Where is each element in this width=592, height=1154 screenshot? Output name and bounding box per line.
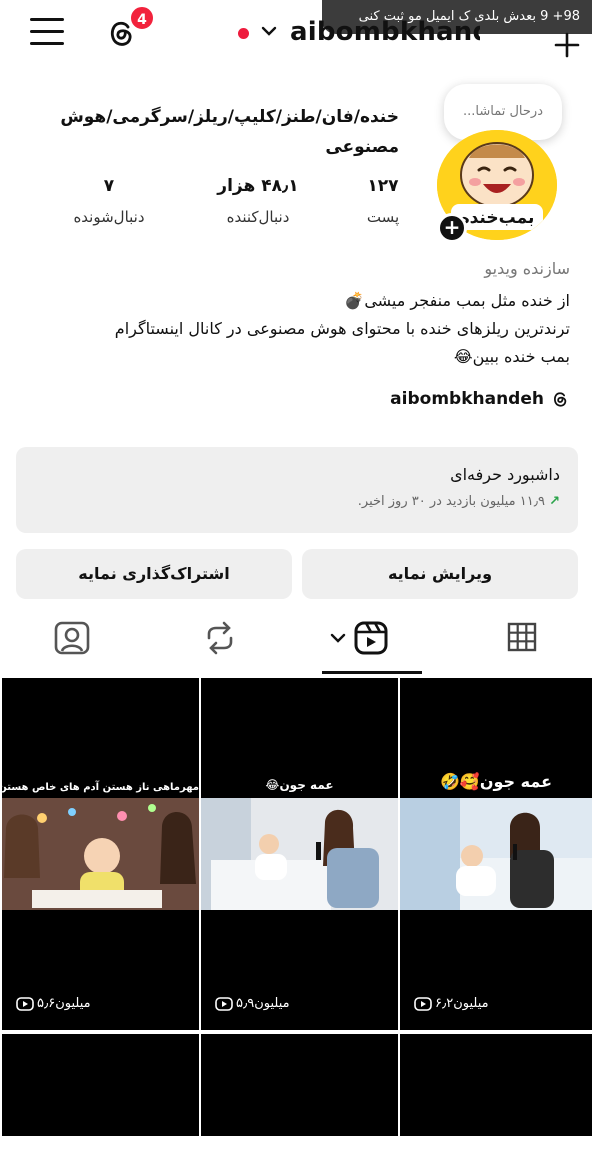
edit-profile-button[interactable]: ویرایش نمایه	[302, 549, 578, 599]
live-dot-icon	[238, 28, 249, 39]
reel-thumbnail[interactable]	[201, 1034, 398, 1136]
view-count-text: ۵٫۶میلیون	[37, 996, 91, 1011]
play-icon	[215, 996, 233, 1011]
threads-profile-link[interactable]: aibombkhandeh	[390, 389, 570, 409]
chevron-down-icon[interactable]	[261, 23, 277, 39]
profile-category: سازنده ویدیو	[484, 259, 570, 278]
reel-image	[2, 798, 199, 910]
view-count: ۵٫۶میلیون	[16, 996, 91, 1011]
reel-thumbnail[interactable]: مهرماهی ناز هستن آدم های خاص هستن ۵٫۶میل…	[2, 678, 199, 1030]
dashboard-subtitle: ↗ ۱۱٫۹ میلیون بازدید در ۳۰ روز اخیر.	[34, 494, 560, 509]
profile-name: خنده/فان/طنز/کلیپ/ریلز/سرگرمی/هوش مصنوعی	[60, 107, 399, 157]
reels-grid: عمه جون🥰🤣 ۶٫۲میلیون عمه جون😂 ۵٫۹میلیون م…	[0, 678, 592, 1136]
view-count: ۶٫۲میلیون	[414, 996, 489, 1011]
view-count-text: ۶٫۲میلیون	[435, 996, 489, 1011]
view-count: ۵٫۹میلیون	[215, 996, 290, 1011]
professional-dashboard[interactable]: داشبورد حرفه‌ای ↗ ۱۱٫۹ میلیون بازدید در …	[16, 447, 578, 533]
chevron-down-icon[interactable]	[330, 631, 346, 645]
view-count-text: ۵٫۹میلیون	[236, 996, 290, 1011]
share-profile-button[interactable]: اشتراک‌گذاری نمایه	[16, 549, 292, 599]
dashboard-title: داشبورد حرفه‌ای	[450, 465, 560, 484]
stat-followers[interactable]: ۴۸٫۱ هزار دنبال‌کننده	[212, 176, 304, 226]
notification-badge: 4	[129, 5, 155, 31]
plus-icon[interactable]	[552, 30, 582, 60]
play-icon	[16, 996, 34, 1011]
stat-posts[interactable]: ۱۲۷ پست	[352, 176, 414, 226]
repost-icon	[207, 621, 233, 655]
reel-image	[400, 798, 592, 910]
stat-followers-count: ۴۸٫۱ هزار	[217, 176, 299, 196]
stat-posts-count: ۱۲۷	[367, 176, 399, 196]
stat-following-count: ۷	[103, 176, 115, 196]
threads-icon	[554, 392, 567, 407]
menu-icon[interactable]	[30, 18, 64, 48]
tab-reels[interactable]	[348, 616, 392, 660]
tagged-person-icon	[54, 621, 90, 655]
stat-following[interactable]: ۷ دنبال‌شونده	[62, 176, 156, 226]
bio-line: بمب خنده ببین😂	[453, 347, 570, 366]
profile-bio: از خنده مثل بمب منفجر میشی💣 ترندترین ریل…	[10, 287, 570, 371]
top-bar: 4 aibombkhandeh	[0, 0, 592, 70]
reel-thumbnail[interactable]	[2, 1034, 199, 1136]
reel-caption: عمه جون🥰🤣	[440, 772, 552, 791]
add-story-button[interactable]: +	[437, 213, 467, 243]
reel-thumbnail[interactable]	[400, 1034, 592, 1136]
play-icon	[414, 996, 432, 1011]
bio-line: ترندترین ریلزهای خنده با محتوای هوش مصنو…	[114, 319, 570, 338]
svg-text:بمب‌خنده: بمب‌خنده	[460, 208, 535, 228]
stat-posts-label: پست	[366, 208, 400, 226]
stat-followers-label: دنبال‌کننده	[226, 208, 290, 226]
active-tab-indicator	[322, 671, 422, 674]
account-username[interactable]: aibombkhandeh	[290, 17, 480, 47]
stat-following-label: دنبال‌شونده	[73, 208, 145, 226]
reel-image	[201, 798, 398, 910]
tab-tagged[interactable]	[50, 616, 94, 660]
grid-icon	[507, 622, 537, 652]
trend-up-icon: ↗	[549, 494, 560, 509]
reel-thumbnail[interactable]: عمه جون🥰🤣 ۶٫۲میلیون	[400, 678, 592, 1030]
reel-thumbnail[interactable]: عمه جون😂 ۵٫۹میلیون	[201, 678, 398, 1030]
threads-handle: aibombkhandeh	[390, 389, 544, 409]
bio-line: از خنده مثل بمب منفجر میشی💣	[344, 291, 570, 310]
tab-reposts[interactable]	[198, 616, 242, 660]
dashboard-views-text: ۱۱٫۹ میلیون بازدید در ۳۰ روز اخیر.	[357, 494, 545, 509]
tab-grid[interactable]	[500, 616, 544, 660]
reels-icon	[354, 621, 388, 655]
